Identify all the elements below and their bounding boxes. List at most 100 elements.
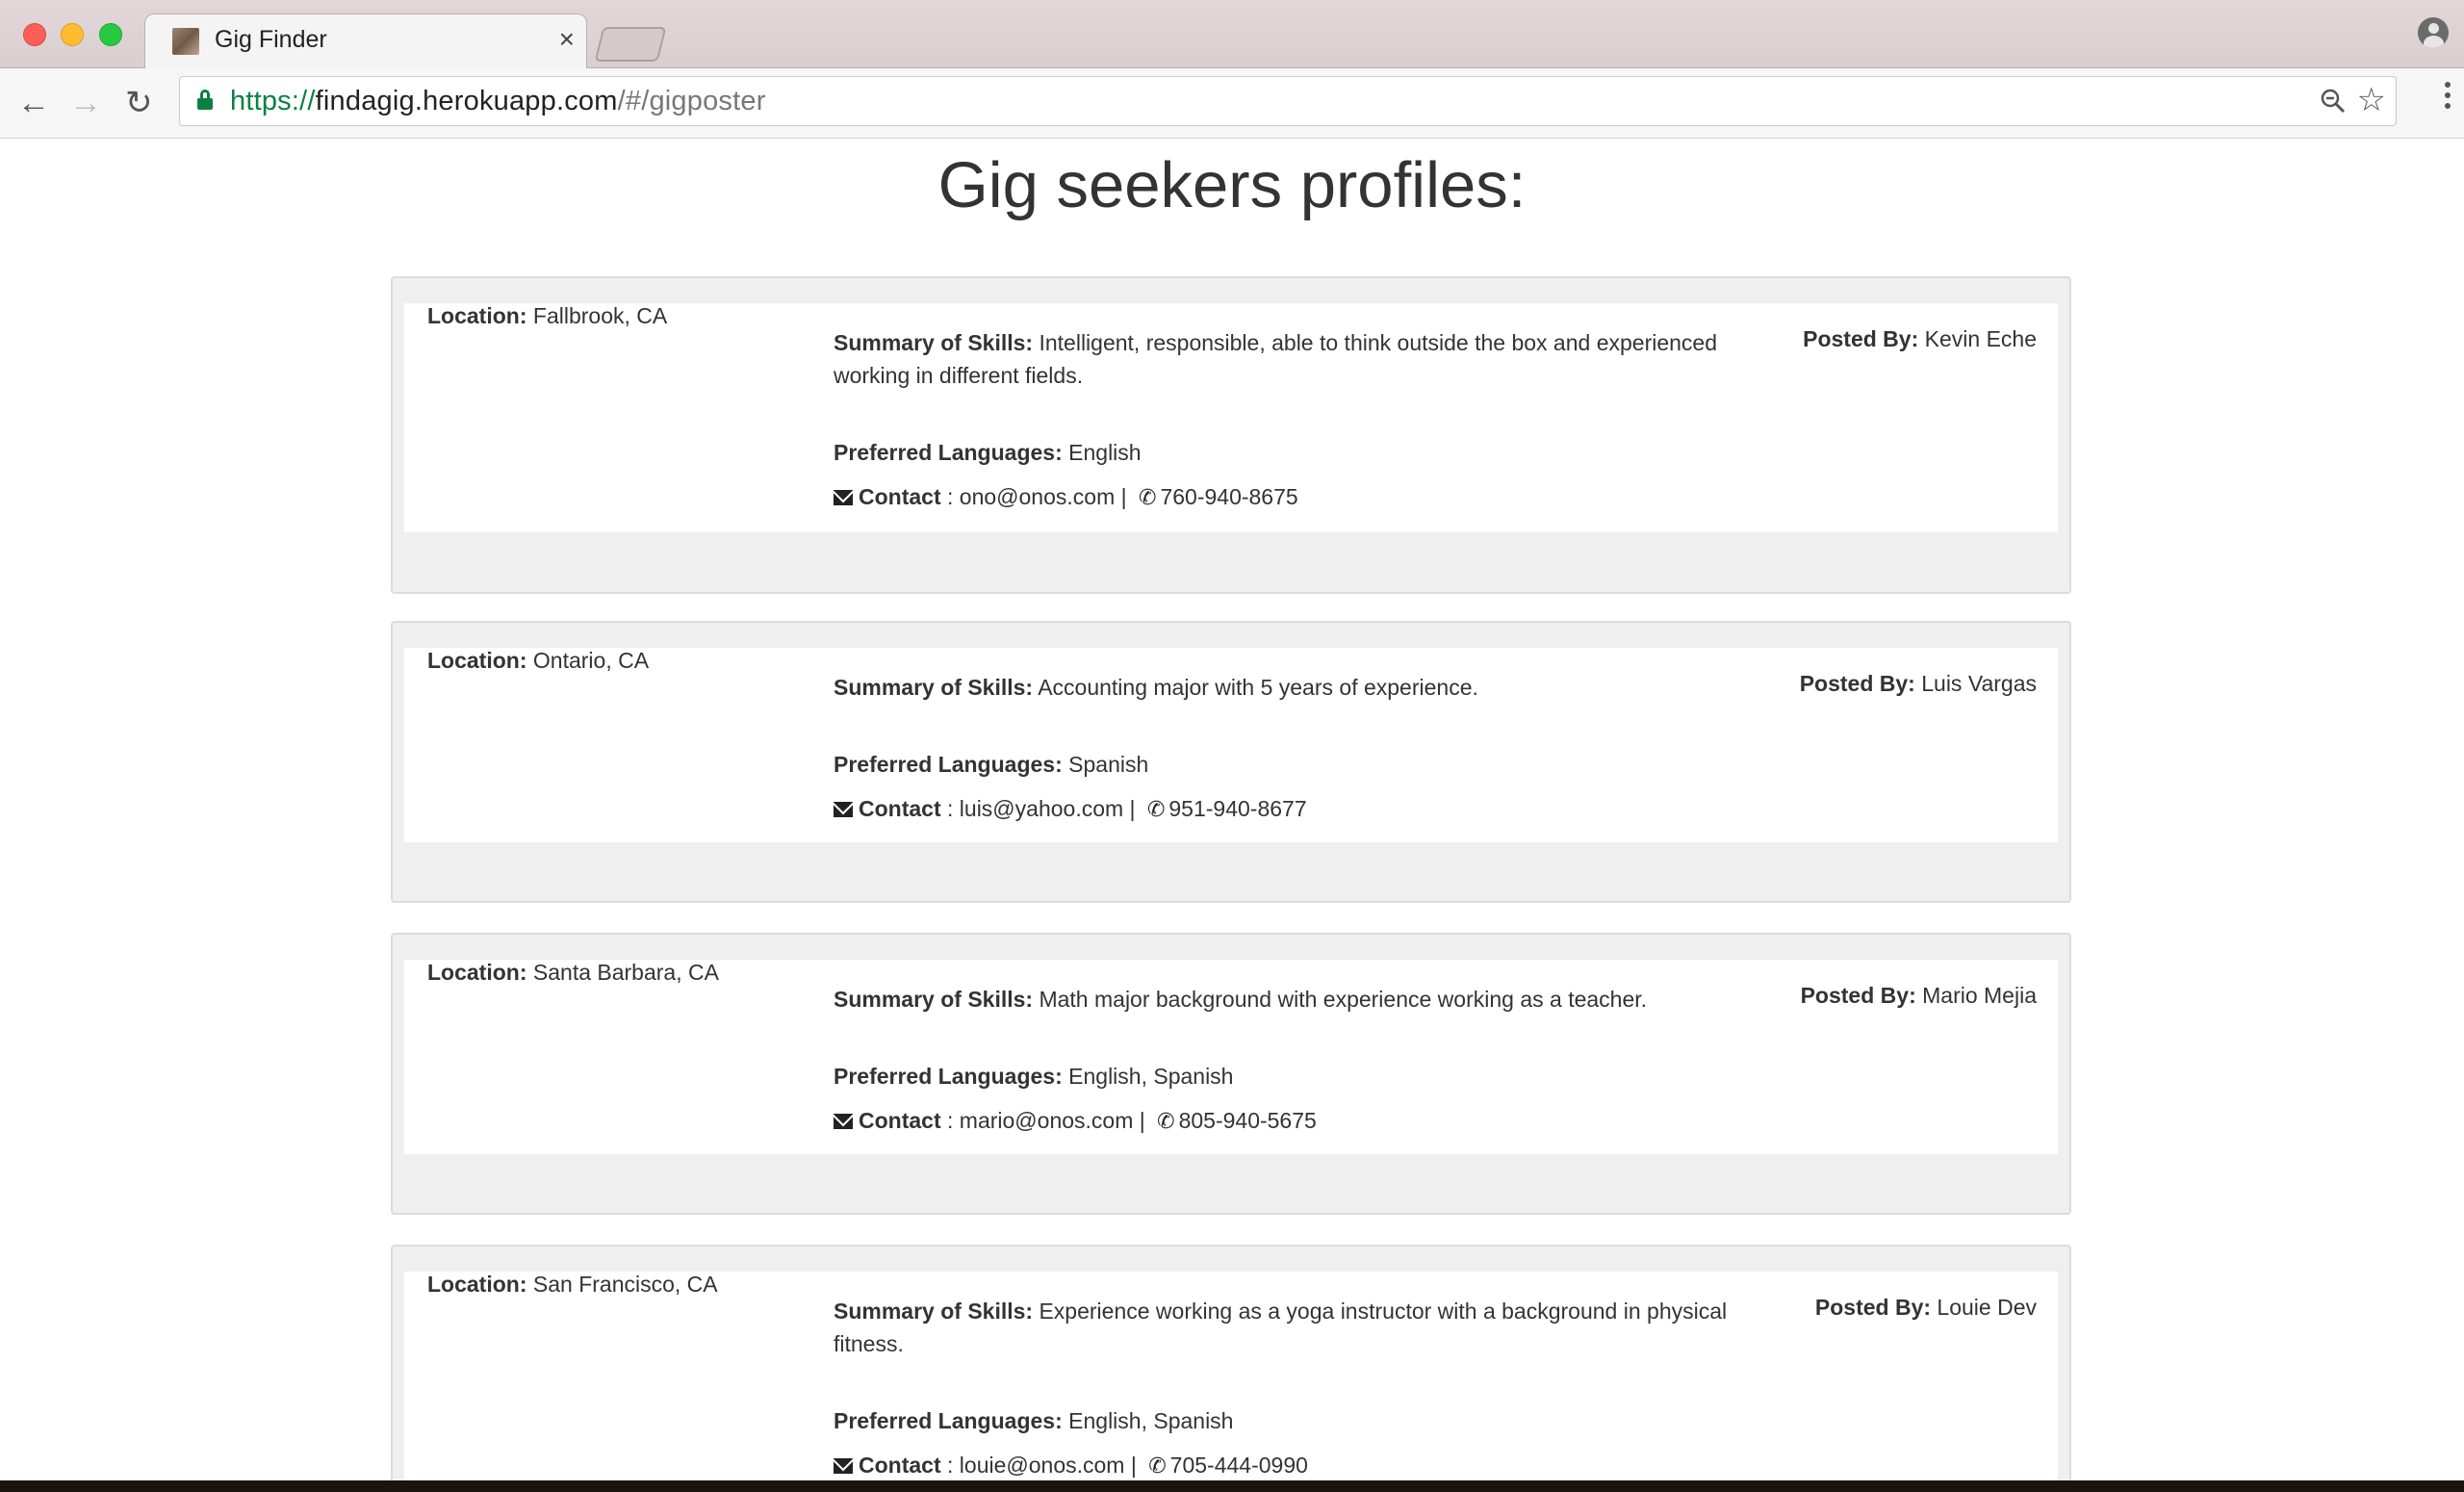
skills-summary: Summary of Skills: Accounting major with… <box>834 671 1738 704</box>
contact-separator: : <box>940 1108 960 1133</box>
star-icon[interactable]: ☆ <box>2357 81 2386 119</box>
profile-card: Location: Fallbrook, CA Summary of Skill… <box>391 276 2071 594</box>
profile-card-body: Location: Fallbrook, CA Summary of Skill… <box>404 303 2058 532</box>
contact-info: Contact : mario@onos.com | ✆ 805-940-5675 <box>834 1104 1738 1138</box>
url-text[interactable]: https://findagig.herokuapp.com/#/gigpost… <box>230 86 766 117</box>
pipe-separator: | <box>1133 1108 1152 1133</box>
posted-by-value: Luis Vargas <box>1921 671 2037 696</box>
languages-label: Preferred Languages: <box>834 440 1063 465</box>
preferred-languages: Preferred Languages: English, Spanish <box>834 1404 1738 1437</box>
languages-value: English, Spanish <box>1068 1064 1234 1089</box>
phone-link[interactable]: 805-940-5675 <box>1179 1108 1317 1133</box>
location-value: San Francisco, CA <box>532 1272 718 1297</box>
location-label: Location: <box>427 303 527 328</box>
location: Location: Ontario, CA <box>427 648 649 674</box>
address-bar[interactable]: https://findagig.herokuapp.com/#/gigpost… <box>179 76 2397 126</box>
location-label: Location: <box>427 960 527 985</box>
profile-details: Summary of Skills: Math major background… <box>834 983 1738 1138</box>
minimize-window-button[interactable] <box>61 23 84 46</box>
email-link[interactable]: mario@onos.com <box>960 1108 1134 1133</box>
pipe-separator: | <box>1124 1453 1143 1478</box>
profile-details: Summary of Skills: Accounting major with… <box>834 671 1738 826</box>
posted-by-label: Posted By: <box>1799 671 1915 696</box>
envelope-icon <box>834 490 853 505</box>
languages-label: Preferred Languages: <box>834 752 1063 777</box>
email-link[interactable]: ono@onos.com <box>960 484 1115 509</box>
zoom-icon[interactable] <box>2321 89 2346 114</box>
email-link[interactable]: luis@yahoo.com <box>960 796 1123 821</box>
location-value: Santa Barbara, CA <box>532 960 719 985</box>
forward-arrow-icon[interactable]: → <box>69 84 102 122</box>
posted-by: Posted By: Luis Vargas <box>1800 671 2037 697</box>
profile-card: Location: Ontario, CA Summary of Skills:… <box>391 621 2071 903</box>
summary-value: Math major background with experience wo… <box>1039 987 1648 1012</box>
languages-value: English, Spanish <box>1068 1408 1234 1433</box>
phone-link[interactable]: 951-940-8677 <box>1168 796 1306 821</box>
posted-by: Posted By: Kevin Eche <box>1803 326 2037 352</box>
close-window-button[interactable] <box>23 23 46 46</box>
browser-window: Gig Finder × ← → ↻ https://findagig.hero… <box>0 0 2464 1480</box>
posted-by-label: Posted By: <box>1800 983 1916 1008</box>
posted-by-value: Mario Mejia <box>1922 983 2037 1008</box>
summary-value: Accounting major with 5 years of experie… <box>1038 675 1478 700</box>
page-title: Gig seekers profiles: <box>937 149 1527 221</box>
contact-info: Contact : ono@onos.com | ✆ 760-940-8675 <box>834 480 1738 514</box>
contact-label: Contact <box>859 1453 941 1478</box>
posted-by-value: Kevin Eche <box>1924 326 2037 351</box>
location: Location: Fallbrook, CA <box>427 303 667 329</box>
url-host: findagig.herokuapp.com <box>315 86 618 116</box>
contact-info: Contact : luis@yahoo.com | ✆ 951-940-8677 <box>834 792 1738 826</box>
new-tab-button[interactable] <box>594 27 667 62</box>
lock-icon <box>197 90 213 111</box>
posted-by-label: Posted By: <box>1803 326 1919 351</box>
profile-card: Location: Santa Barbara, CA Summary of S… <box>391 933 2071 1215</box>
envelope-icon <box>834 1114 853 1129</box>
contact-separator: : <box>940 796 960 821</box>
preferred-languages: Preferred Languages: English <box>834 436 1738 469</box>
skills-summary: Summary of Skills: Math major background… <box>834 983 1738 1016</box>
phone-icon: ✆ <box>1139 485 1157 509</box>
tab-close-icon[interactable]: × <box>559 24 575 55</box>
languages-label: Preferred Languages: <box>834 1408 1063 1433</box>
contact-separator: : <box>940 1453 960 1478</box>
summary-label: Summary of Skills: <box>834 675 1034 700</box>
envelope-icon <box>834 1458 853 1474</box>
contact-info: Contact : louie@onos.com | ✆ 705-444-0990 <box>834 1449 1738 1480</box>
profile-card-body: Location: Santa Barbara, CA Summary of S… <box>404 960 2058 1154</box>
skills-summary: Summary of Skills: Intelligent, responsi… <box>834 326 1738 392</box>
summary-label: Summary of Skills: <box>834 987 1034 1012</box>
posted-by-value: Louie Dev <box>1937 1295 2037 1320</box>
contact-separator: : <box>940 484 960 509</box>
location: Location: Santa Barbara, CA <box>427 960 719 986</box>
summary-label: Summary of Skills: <box>834 1299 1034 1324</box>
favicon-icon <box>172 28 199 55</box>
reload-icon[interactable]: ↻ <box>125 84 153 122</box>
contact-label: Contact <box>859 484 941 509</box>
title-bar: Gig Finder × <box>0 0 2464 69</box>
posted-by: Posted By: Louie Dev <box>1815 1295 2037 1321</box>
email-link[interactable]: louie@onos.com <box>960 1453 1125 1478</box>
tab-title: Gig Finder <box>215 26 327 53</box>
phone-link[interactable]: 705-444-0990 <box>1170 1453 1308 1478</box>
back-arrow-icon[interactable]: ← <box>17 84 50 122</box>
phone-link[interactable]: 760-940-8675 <box>1160 484 1297 509</box>
location-label: Location: <box>427 1272 527 1297</box>
contact-label: Contact <box>859 796 941 821</box>
pipe-separator: | <box>1115 484 1134 509</box>
profile-details: Summary of Skills: Intelligent, responsi… <box>834 326 1738 514</box>
summary-label: Summary of Skills: <box>834 330 1034 355</box>
browser-toolbar: ← → ↻ https://findagig.herokuapp.com/#/g… <box>0 68 2464 139</box>
envelope-icon <box>834 802 853 817</box>
phone-icon: ✆ <box>1148 1453 1167 1478</box>
browser-tab[interactable]: Gig Finder × <box>144 13 587 69</box>
location: Location: San Francisco, CA <box>427 1272 718 1298</box>
location-value: Ontario, CA <box>532 648 650 673</box>
maximize-window-button[interactable] <box>99 23 122 46</box>
languages-value: English <box>1068 440 1142 465</box>
profile-icon[interactable] <box>2418 17 2449 48</box>
posted-by: Posted By: Mario Mejia <box>1801 983 2037 1009</box>
preferred-languages: Preferred Languages: Spanish <box>834 748 1738 781</box>
location-value: Fallbrook, CA <box>532 303 668 328</box>
menu-icon[interactable] <box>2445 82 2451 115</box>
profile-details: Summary of Skills: Experience working as… <box>834 1295 1738 1480</box>
